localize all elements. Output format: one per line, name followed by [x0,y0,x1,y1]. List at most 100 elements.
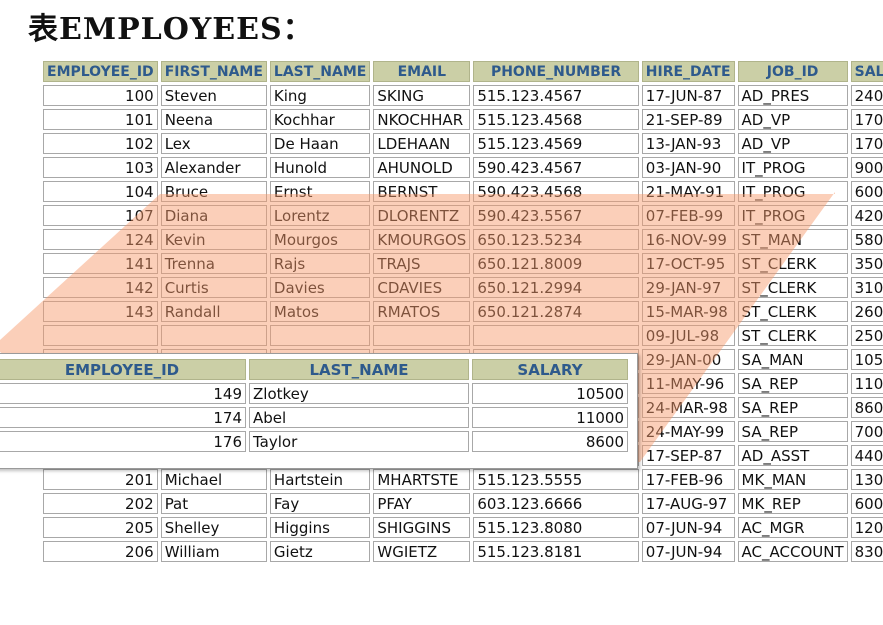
table-cell: William [160,541,267,562]
table-row: 107 Diana Lorentz DLORENTZ 590.423.5567 07-FE… [43,205,883,226]
table-cell [373,325,471,346]
table-cell: 24-MAY-99 [641,421,735,442]
table-cell: 29-JAN-00 [641,349,735,370]
table-cell: 350 [850,253,883,274]
table-cell: 250 [850,325,883,346]
table-cell: 650.123.5234 [473,229,639,250]
table-cell: 07-JUN-94 [641,517,735,538]
table-cell: MHARTSTE [373,469,471,490]
table-cell: 07-JUN-94 [641,541,735,562]
table-cell: 100 [43,85,158,106]
table-cell: Rajs [269,253,371,274]
table-cell: 515.123.4569 [473,133,639,154]
table-cell: Mourgos [269,229,371,250]
table-cell: Steven [160,85,267,106]
watermark [100,590,140,625]
table-cell: 107 [43,205,158,226]
table-cell: 1100 [850,373,883,394]
table-cell: TRAJS [373,253,471,274]
table-cell: Ernst [269,181,371,202]
table-cell: 16-NOV-99 [641,229,735,250]
result-table: EMPLOYEE_ID LAST_NAME SALARY 149 Zlotkey 105… [0,356,631,455]
table-cell: 15-MAR-98 [641,301,735,322]
table-cell: 830 [850,541,883,562]
table-cell: De Haan [269,133,371,154]
table-cell: 149 [0,383,246,404]
table-cell: MK_REP [737,493,848,514]
table-cell: AC_ACCOUNT [737,541,848,562]
table-cell: Taylor [249,431,469,452]
table-cell: Kochhar [269,109,371,130]
table-cell: SKING [373,85,471,106]
table-cell [43,325,158,346]
table-cell [473,325,639,346]
table-cell: SA_REP [737,373,848,394]
table-cell: 600 [850,181,883,202]
table-cell: Lex [160,133,267,154]
column-header: FIRST_NAME [160,61,267,82]
table-cell: 260 [850,301,883,322]
table-cell: 17-OCT-95 [641,253,735,274]
table-cell: 143 [43,301,158,322]
table-cell: 700 [850,421,883,442]
table-row: 143 Randall Matos RMATOS 650.121.2874 15-MAR-… [43,301,883,322]
table-cell: Shelley [160,517,267,538]
table-cell: 2400 [850,85,883,106]
table-cell: Diana [160,205,267,226]
table-cell: 515.123.8080 [473,517,639,538]
table-cell: 17-SEP-87 [641,445,735,466]
table-cell: SA_REP [737,397,848,418]
table-cell: Abel [249,407,469,428]
table-cell: 650.121.2874 [473,301,639,322]
table-cell: AC_MGR [737,517,848,538]
table-cell: LDEHAAN [373,133,471,154]
table-cell: Davies [269,277,371,298]
table-cell: 124 [43,229,158,250]
column-header: EMPLOYEE_ID [0,359,246,380]
table-row: 103 Alexander Hunold AHUNOLD 590.423.4567 03-… [43,157,883,178]
table-cell: Higgins [269,517,371,538]
table-cell: AD_VP [737,109,848,130]
table-cell: Hunold [269,157,371,178]
table-cell: 590.423.4568 [473,181,639,202]
table-cell [269,325,371,346]
table-cell: 1700 [850,109,883,130]
result-header-row: EMPLOYEE_ID LAST_NAME SALARY [0,359,628,380]
table-cell: ST_CLERK [737,277,848,298]
table-cell: 590.423.4567 [473,157,639,178]
table-cell: 21-MAY-91 [641,181,735,202]
table-row: 176 Taylor 8600 [0,431,628,452]
column-header: LAST_NAME [269,61,371,82]
table-cell: 103 [43,157,158,178]
table-cell: Michael [160,469,267,490]
table-cell: King [269,85,371,106]
table-cell: 515.123.5555 [473,469,639,490]
column-header: LAST_NAME [249,359,469,380]
table-cell: 420 [850,205,883,226]
table-cell: NKOCHHAR [373,109,471,130]
table-row: 201 Michael Hartstein MHARTSTE 515.123.5555 1… [43,469,883,490]
table-cell: 03-JAN-90 [641,157,735,178]
table-cell: AHUNOLD [373,157,471,178]
table-cell: 515.123.8181 [473,541,639,562]
table-cell: Neena [160,109,267,130]
table-cell: SA_REP [737,421,848,442]
table-cell: 17-FEB-96 [641,469,735,490]
table-cell: 11000 [472,407,628,428]
table-row: 101 Neena Kochhar NKOCHHAR 515.123.4568 21-SE… [43,109,883,130]
table-cell [160,325,267,346]
table-cell: SA_MAN [737,349,848,370]
table-row: 149 Zlotkey 10500 [0,383,628,404]
table-row: 104 Bruce Ernst BERNST 590.423.4568 21-MAY-91… [43,181,883,202]
employees-table: EMPLOYEE_ID FIRST_NAME LAST_NAME EMAIL PHONE… [40,58,883,565]
table-cell: 515.123.4568 [473,109,639,130]
table-cell: 603.123.6666 [473,493,639,514]
table-cell: Matos [269,301,371,322]
table-cell: 1050 [850,349,883,370]
table-row: 141 Trenna Rajs TRAJS 650.121.8009 17-OCT-95 S… [43,253,883,274]
table-cell: CDAVIES [373,277,471,298]
table-cell: 102 [43,133,158,154]
table-cell: 1200 [850,517,883,538]
table-cell: 1700 [850,133,883,154]
table-row: 202 Pat Fay PFAY 603.123.6666 17-AUG-97 MK_REP… [43,493,883,514]
